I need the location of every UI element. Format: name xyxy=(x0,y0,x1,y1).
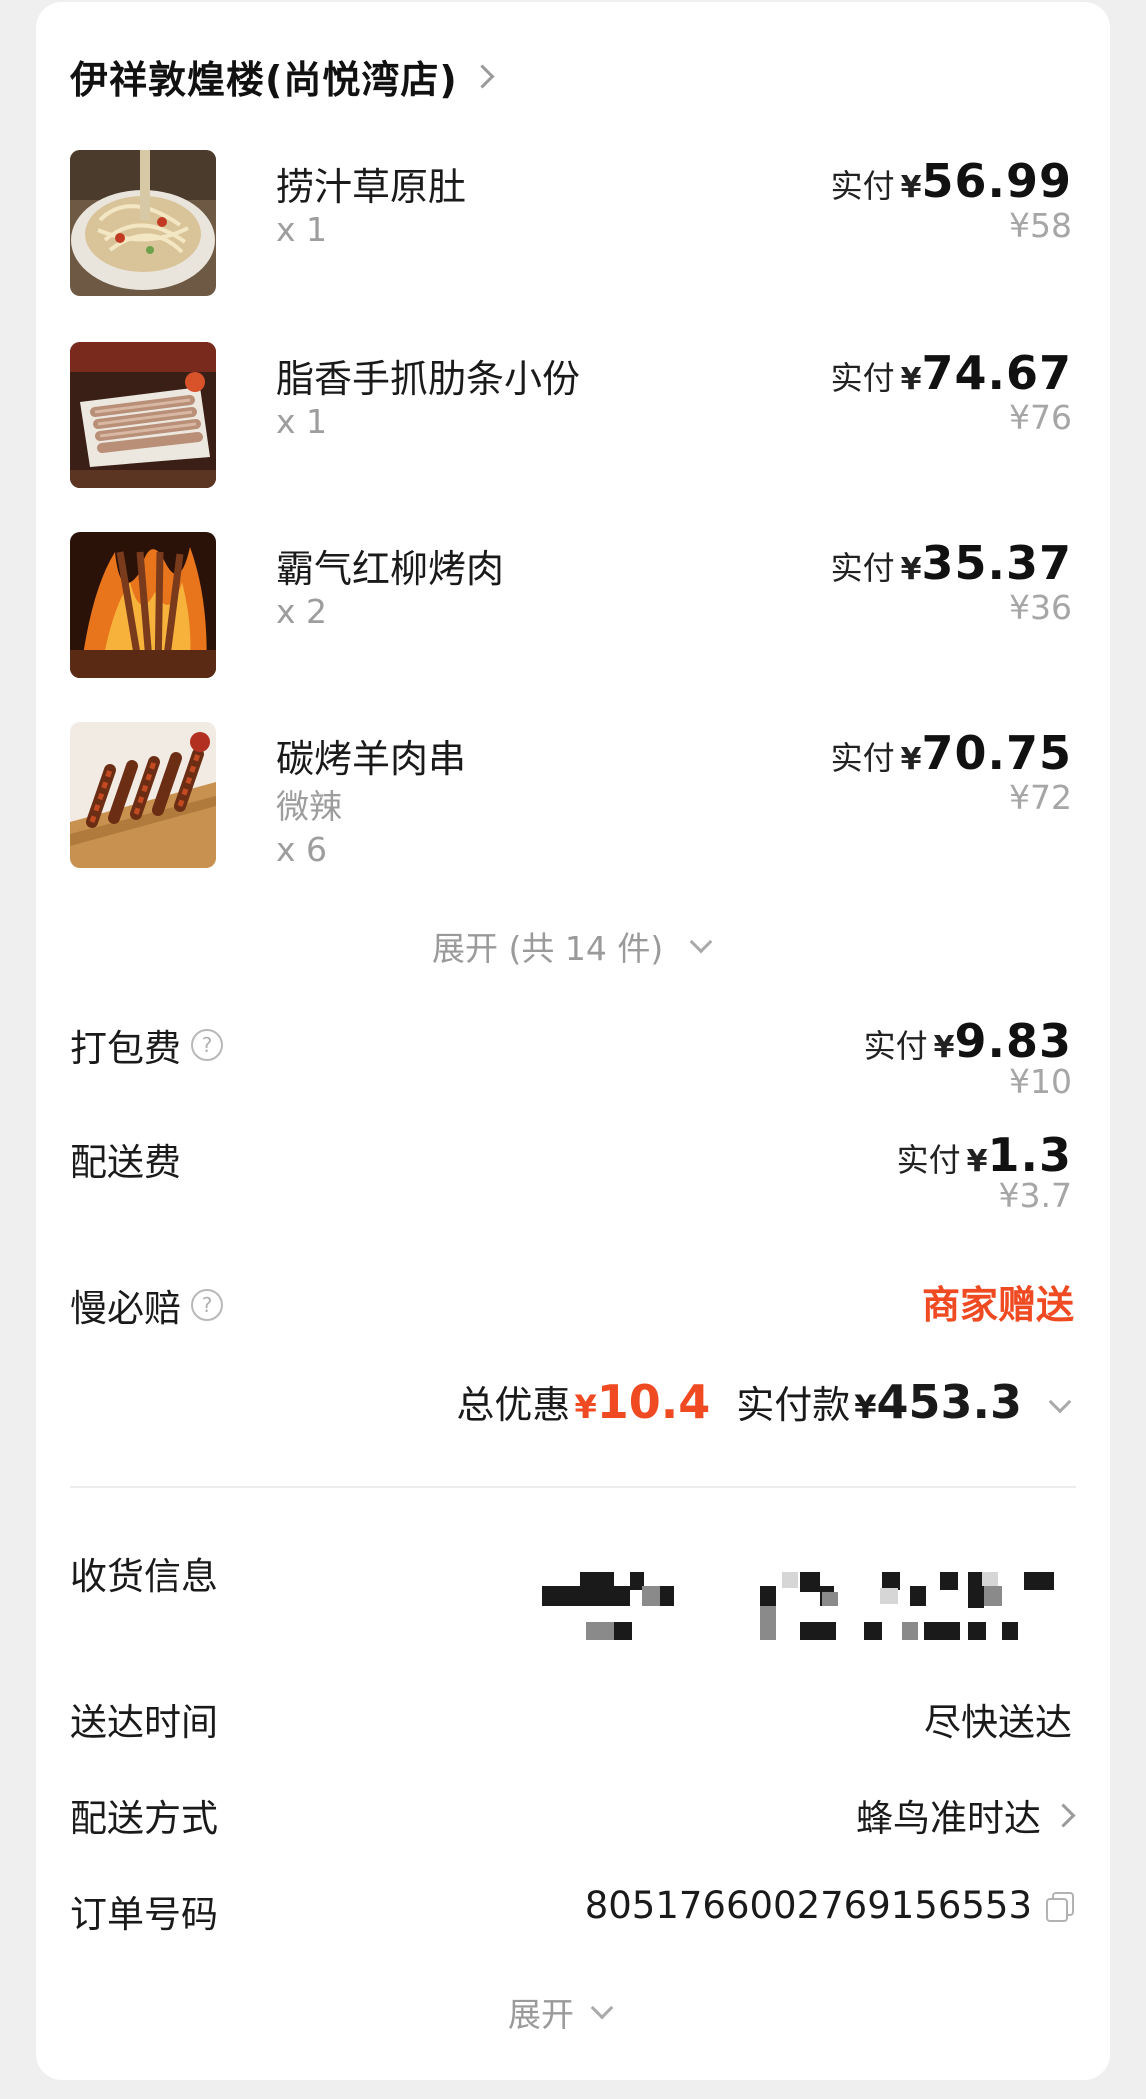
item-image-sliced-lamb[interactable] xyxy=(70,342,216,488)
divider xyxy=(70,1486,1076,1488)
item-original-price: ¥36 xyxy=(1009,588,1072,627)
order-card: 伊祥敦煌楼(尚悦湾店) 捞汁草原肚 x 1 实付 ¥ 56.99 ¥58 脂香手… xyxy=(36,2,1110,2080)
currency-symbol: ¥ xyxy=(854,1388,877,1426)
delivery-method-label: 配送方式 xyxy=(70,1797,218,1840)
expand-items-button[interactable]: 展开 (共 14 件) xyxy=(432,922,713,970)
paid-label: 实付 xyxy=(830,739,895,777)
item-name: 脂香手抓肋条小份 xyxy=(276,357,581,401)
currency-symbol: ¥ xyxy=(966,1144,988,1179)
item-name: 捞汁草原肚 xyxy=(276,165,467,209)
paid-label: 实付 xyxy=(830,549,895,587)
discount-label: 总优惠 xyxy=(456,1383,571,1427)
help-icon[interactable]: ? xyxy=(191,1289,223,1321)
paid-amount: 9.83 xyxy=(954,1014,1072,1068)
item-quantity: x 1 xyxy=(276,210,328,249)
item-name: 碳烤羊肉串 xyxy=(276,737,467,781)
item-quantity: x 1 xyxy=(276,402,328,441)
packing-fee-label: 打包费 ? xyxy=(70,1018,223,1072)
order-item[interactable]: 脂香手抓肋条小份 x 1 实付 ¥ 74.67 ¥76 xyxy=(70,342,1110,492)
order-number-row: 8051766002769156553 xyxy=(584,1884,1074,1927)
item-spec: 微辣 xyxy=(276,787,342,826)
currency-symbol: ¥ xyxy=(900,362,922,397)
packing-fee-original: ¥10 xyxy=(1009,1062,1072,1101)
shop-header[interactable]: 伊祥敦煌楼(尚悦湾店) xyxy=(70,48,495,104)
order-number-label: 订单号码 xyxy=(70,1893,218,1936)
order-item[interactable]: 捞汁草原肚 x 1 实付 ¥ 56.99 ¥58 xyxy=(70,150,1110,300)
item-image-lamb-skewers[interactable] xyxy=(70,722,216,868)
paid-label: 实付 xyxy=(863,1027,928,1065)
paid-total-amount: 453.3 xyxy=(876,1375,1022,1429)
item-quantity: x 2 xyxy=(276,592,328,631)
help-icon[interactable]: ? xyxy=(191,1029,223,1061)
item-paid-price: 实付 ¥ 70.75 xyxy=(831,726,1072,780)
expand-more-label: 展开 xyxy=(508,1995,574,2034)
paid-amount: 74.67 xyxy=(921,346,1072,400)
item-paid-price: 实付 ¥ 56.99 xyxy=(831,154,1072,208)
order-number-value: 8051766002769156553 xyxy=(584,1884,1032,1927)
paid-amount: 70.75 xyxy=(921,726,1072,780)
paid-amount: 1.3 xyxy=(987,1128,1072,1182)
order-item[interactable]: 碳烤羊肉串 微辣 x 6 实付 ¥ 70.75 ¥72 xyxy=(70,722,1110,912)
paid-amount: 56.99 xyxy=(921,154,1072,208)
item-original-price: ¥72 xyxy=(1009,778,1072,817)
expand-more-button[interactable]: 展开 xyxy=(508,1988,614,2036)
currency-symbol: ¥ xyxy=(574,1388,597,1426)
currency-symbol: ¥ xyxy=(900,170,922,205)
item-name: 霸气红柳烤肉 xyxy=(276,547,505,591)
delivery-method-link[interactable]: 蜂鸟准时达 xyxy=(856,1788,1076,1842)
price-summary[interactable]: 总优惠 ¥ 10.4 实付款 ¥ 453.3 xyxy=(456,1374,1072,1429)
delivery-time-label: 送达时间 xyxy=(70,1701,218,1744)
item-original-price: ¥76 xyxy=(1009,398,1072,437)
currency-symbol: ¥ xyxy=(933,1030,955,1065)
item-quantity: x 6 xyxy=(276,830,328,869)
item-original-price: ¥58 xyxy=(1009,206,1072,245)
item-paid-price: 实付 ¥ 35.37 xyxy=(831,536,1072,590)
shop-name[interactable]: 伊祥敦煌楼(尚悦湾店) xyxy=(70,49,458,104)
paid-total-label: 实付款 xyxy=(736,1383,851,1427)
chevron-right-icon[interactable] xyxy=(470,63,495,89)
address-redacted-mosaic xyxy=(542,1562,1128,1662)
expand-items-label: 展开 (共 14 件) xyxy=(432,929,664,968)
address-label: 收货信息 xyxy=(70,1555,218,1598)
currency-symbol: ¥ xyxy=(900,742,922,777)
order-item[interactable]: 霸气红柳烤肉 x 2 实付 ¥ 35.37 ¥36 xyxy=(70,532,1110,682)
paid-label: 实付 xyxy=(896,1141,961,1179)
chevron-down-icon xyxy=(689,930,713,954)
late-compensation-label: 慢必赔 ? xyxy=(70,1278,223,1332)
delivery-fee-label: 配送费 xyxy=(70,1141,181,1184)
merchant-gift-badge: 商家赠送 xyxy=(921,1283,1074,1327)
delivery-time-value: 尽快送达 xyxy=(924,1701,1072,1744)
chevron-down-icon xyxy=(590,1996,614,2020)
item-paid-price: 实付 ¥ 74.67 xyxy=(831,346,1072,400)
delivery-method-value: 蜂鸟准时达 xyxy=(856,1797,1041,1840)
currency-symbol: ¥ xyxy=(900,552,922,587)
item-image-noodle-salad[interactable] xyxy=(70,150,216,296)
paid-amount: 35.37 xyxy=(921,536,1072,590)
paid-label: 实付 xyxy=(830,167,895,205)
chevron-down-icon[interactable] xyxy=(1048,1390,1072,1414)
item-image-flaming-skewers[interactable] xyxy=(70,532,216,678)
delivery-fee-original: ¥3.7 xyxy=(998,1176,1072,1215)
delivery-fee-paid: 实付 ¥ 1.3 xyxy=(897,1128,1072,1182)
packing-fee-paid: 实付 ¥ 9.83 xyxy=(864,1014,1072,1068)
paid-label: 实付 xyxy=(830,359,895,397)
chevron-right-icon xyxy=(1051,1802,1076,1828)
copy-icon[interactable] xyxy=(1046,1891,1074,1922)
discount-amount: 10.4 xyxy=(596,1375,711,1429)
